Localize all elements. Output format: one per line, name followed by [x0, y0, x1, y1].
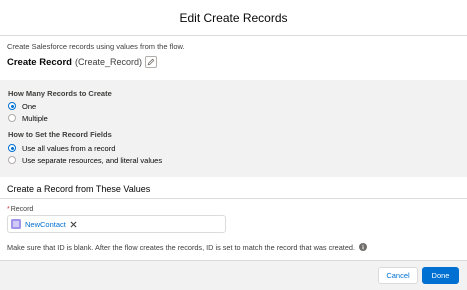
section-divider	[0, 198, 467, 199]
radio-button[interactable]	[8, 114, 16, 122]
record-variable-icon	[11, 219, 21, 229]
edit-element-button[interactable]	[144, 56, 157, 68]
required-marker: *	[7, 206, 10, 213]
how-many-label: How Many Records to Create	[8, 89, 112, 98]
pencil-icon	[147, 58, 155, 66]
record-pill-label[interactable]: NewContact	[25, 220, 66, 229]
info-icon[interactable]	[358, 243, 367, 251]
modal-body: Create Salesforce records using values f…	[0, 36, 467, 260]
radio-button[interactable]	[8, 156, 16, 164]
modal-title: Edit Create Records	[179, 10, 288, 25]
record-field-label: *Record	[7, 206, 33, 213]
record-label-text: Record	[10, 206, 34, 213]
modal-description: Create Salesforce records using values f…	[7, 42, 185, 51]
radio-label: Multiple	[22, 113, 48, 123]
element-label: Create Record	[7, 56, 72, 68]
radio-button[interactable]	[8, 144, 16, 152]
element-api-name: (Create_Record)	[74, 57, 142, 67]
radio-use-all-values[interactable]: Use all values from a record	[8, 143, 115, 153]
radio-button[interactable]	[8, 102, 16, 110]
id-note: Make sure that ID is blank. After the fl…	[7, 242, 355, 252]
radio-label: Use all values from a record	[22, 143, 116, 153]
edit-create-records-modal: Edit Create Records Create Salesforce re…	[0, 0, 467, 290]
record-settings-panel: How Many Records to Create One Multiple …	[0, 80, 467, 177]
radio-multiple[interactable]: Multiple	[8, 113, 48, 123]
modal-footer: Cancel Done	[0, 260, 467, 290]
modal-header: Edit Create Records	[0, 0, 467, 36]
element-title-row: Create Record (Create_Record)	[7, 55, 157, 69]
cancel-button[interactable]: Cancel	[378, 267, 418, 284]
how-set-label: How to Set the Record Fields	[8, 130, 112, 139]
radio-label: One	[22, 101, 37, 111]
record-combobox[interactable]: NewContact	[7, 215, 226, 233]
radio-one[interactable]: One	[8, 101, 36, 111]
values-section-heading: Create a Record from These Values	[7, 184, 151, 194]
close-icon[interactable]	[70, 221, 77, 228]
radio-label: Use separate resources, and literal valu…	[22, 155, 163, 165]
done-button[interactable]: Done	[422, 267, 459, 284]
id-note-row: Make sure that ID is blank. After the fl…	[7, 242, 367, 252]
radio-separate-resources[interactable]: Use separate resources, and literal valu…	[8, 155, 162, 165]
